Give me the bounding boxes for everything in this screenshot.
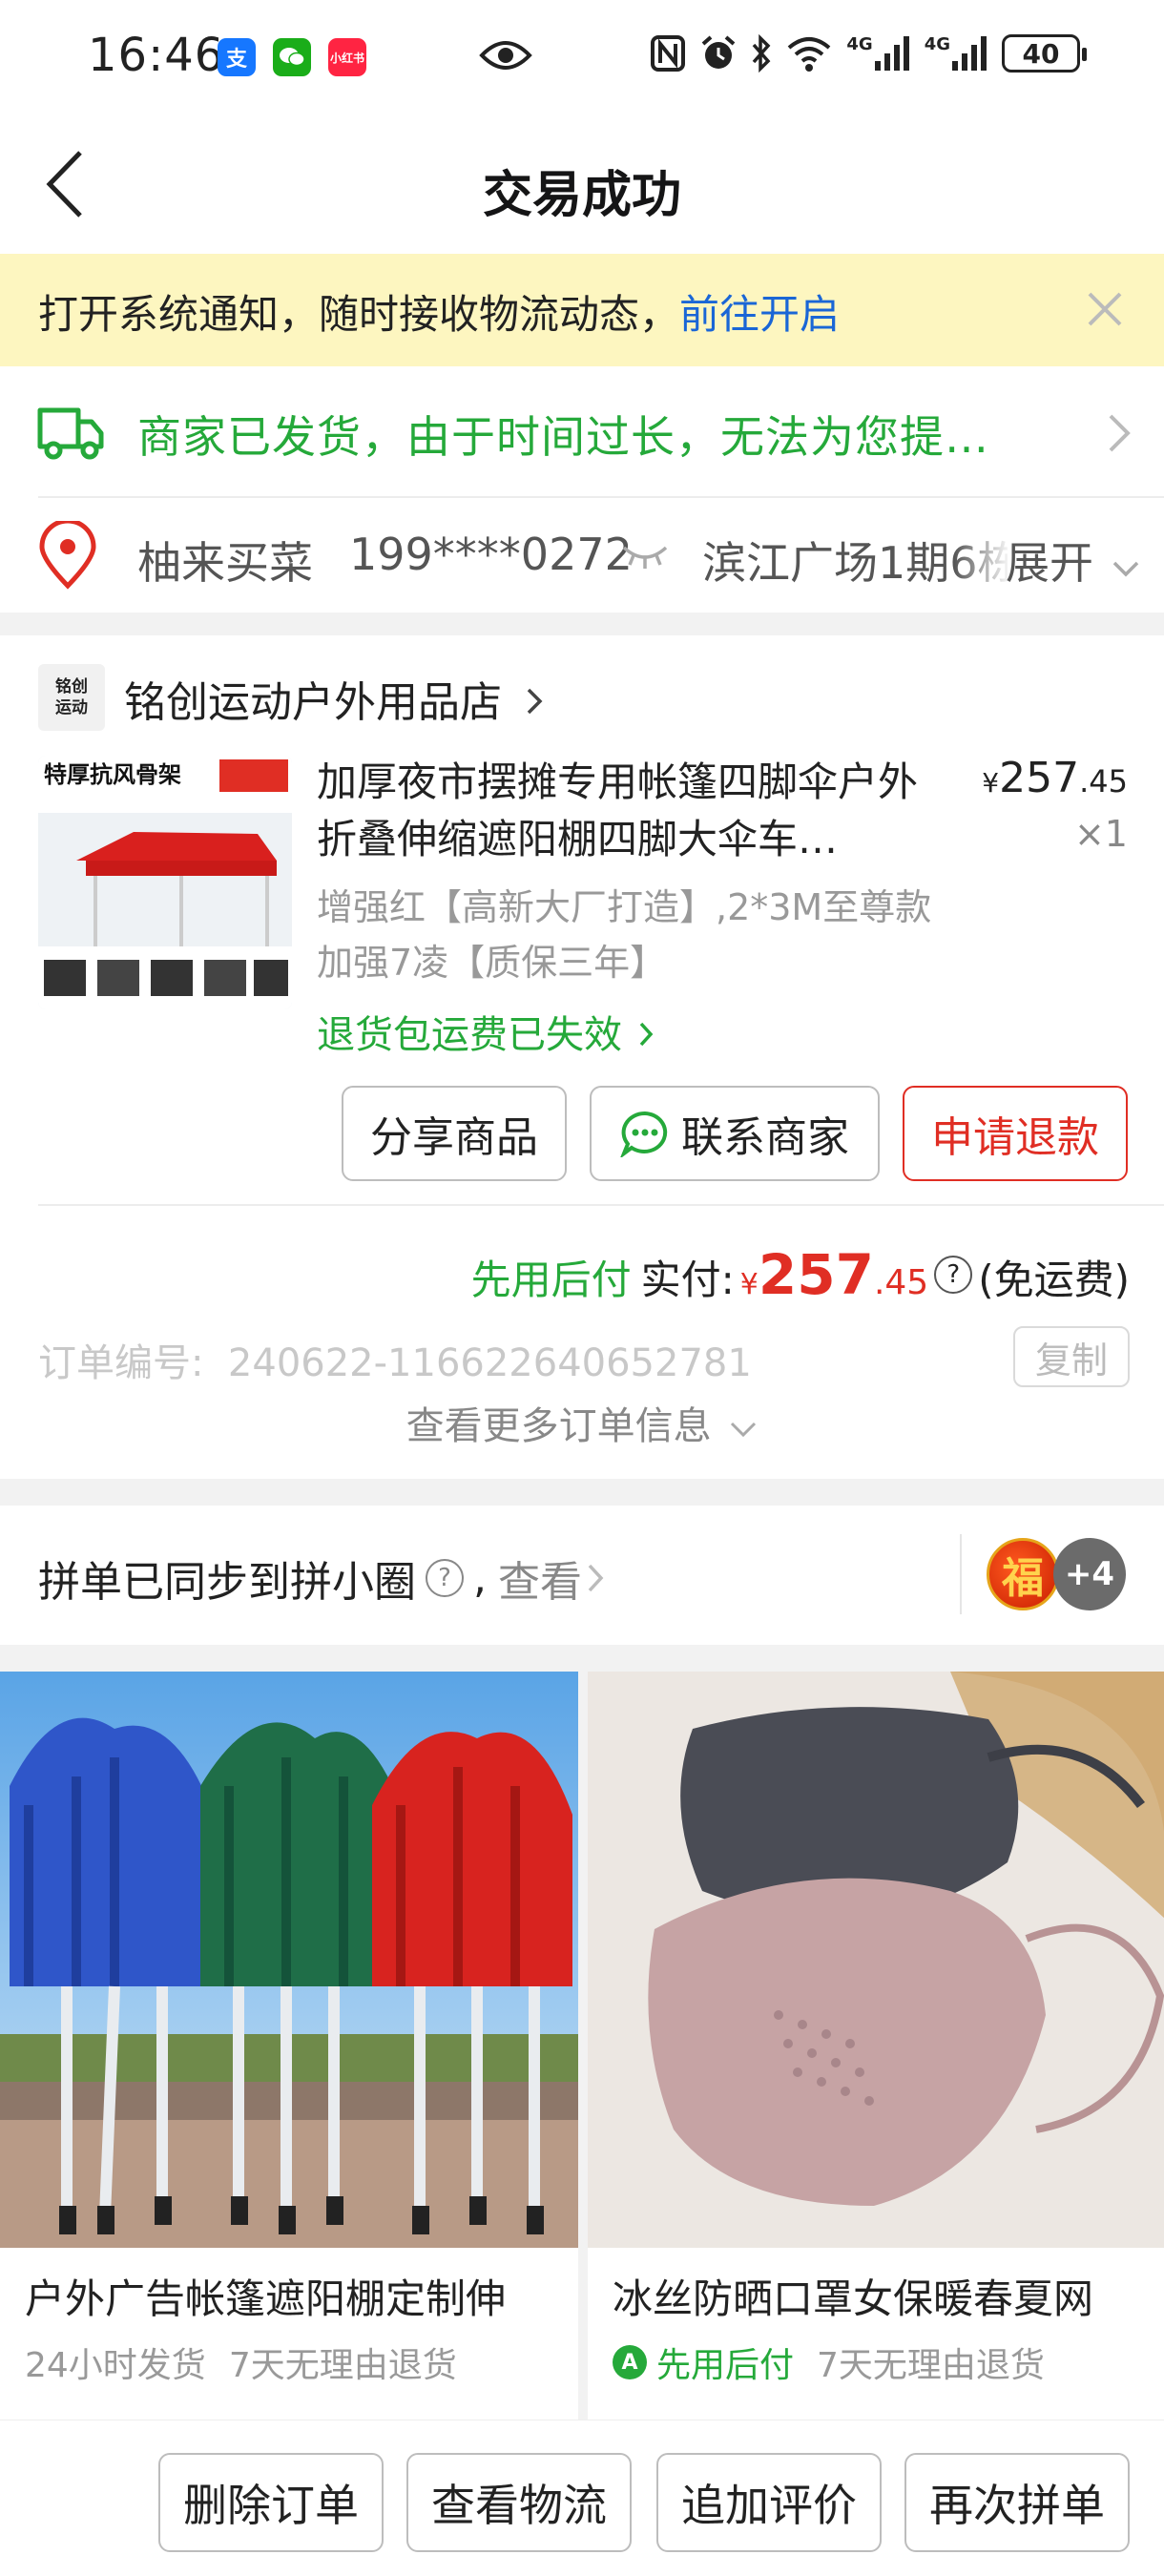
chevron-down-icon [1112,561,1138,577]
close-icon[interactable] [1080,284,1130,334]
xiaohongshu-icon: 小红书 [328,38,366,76]
help-icon[interactable]: ? [934,1256,973,1294]
recommendation-image[interactable] [588,1672,1164,2248]
order-number: 订单编号: 240622-116622640652781 [38,1341,752,1385]
return-shipping-note[interactable]: 退货包运费已失效 [317,1004,654,1059]
recommendation-card[interactable]: 冰丝防晒口罩女保暖春夏网 A 先用后付 7天无理由退货 [588,1672,1164,2441]
notification-banner: 打开系统通知，随时接收物流动态，前往开启 [0,254,1164,366]
product-image-caption: 特厚抗风骨架 [44,761,181,788]
signal-icon-1 [874,36,909,71]
battery-indicator: 40 [1002,34,1087,73]
share-product-button[interactable]: 分享商品 [342,1086,567,1181]
more-order-info-button[interactable]: 查看更多订单信息 [0,1395,1164,1450]
recommendation-title[interactable]: 冰丝防晒口罩女保暖春夏网 [613,2267,1164,2325]
divider [38,496,1164,498]
product-spec: 增强红【高新大厂打造】,2*3M至尊款加强7凌【质保三年】 [317,886,932,984]
divider [38,1204,1164,1206]
recommendation-card[interactable]: 户外广告帐篷遮阳棚定制伸 24小时发货 7天无理由退货 [0,1672,578,2441]
reorder-group-button[interactable]: 再次拼单 [904,2453,1130,2552]
wechat-icon [273,38,311,76]
product-quantity: ×1 [1073,813,1128,855]
delivery-status[interactable]: 商家已发货，由于时间过长，无法为您提… [137,403,989,466]
product-title[interactable]: 加厚夜市摆摊专用帐篷四脚伞户外折叠伸缩遮阳棚四脚大伞车… [317,754,946,868]
recommendation-image[interactable] [0,1672,578,2248]
notice-text: 打开系统通知，随时接收物流动态， [38,291,680,338]
group-sync-card: 拼单已同步到拼小圈 ? , 查看 福 +4 [0,1506,1164,1645]
signal-icon-2 [952,36,987,71]
pay-later-label: 先用后付 [470,1257,632,1303]
signal-4g-label-2: 4G [924,34,950,54]
truck-icon [36,401,105,464]
alipay-icon: 支 [218,38,256,76]
enable-notification-link[interactable]: 前往开启 [679,291,840,338]
recommendation-tags: A 先用后付 7天无理由退货 [613,2337,1045,2387]
paid-amount: 257 [758,1242,874,1307]
shipping-note: (免运费) [978,1257,1130,1303]
avatar-more-count[interactable]: +4 [1053,1538,1126,1610]
pay-later-badge-icon: A [613,2345,647,2379]
delete-order-button[interactable]: 删除订单 [158,2453,384,2552]
nav-bar: 交易成功 [0,114,1164,254]
avatar[interactable]: 福 [987,1538,1059,1610]
chat-icon [620,1111,668,1157]
location-pin-icon [38,518,97,590]
contact-merchant-button[interactable]: 联系商家 [590,1086,880,1181]
payment-summary: 先用后付 实付: ¥ 257 .45 ? (免运费) [470,1242,1130,1307]
divider [960,1534,962,1614]
chevron-right-icon [639,1022,654,1047]
view-link[interactable]: 查看 [498,1548,582,1609]
expand-address-button[interactable]: 展开 [1006,529,1140,592]
recommendation-tags: 24小时发货 7天无理由退货 [25,2346,457,2385]
page-title: 交易成功 [482,167,681,224]
copy-button[interactable]: 复制 [1013,1326,1130,1387]
status-bar: 16:46 支 小红书 4G 4G 40 [0,0,1164,114]
signal-4g-label-1: 4G [846,34,873,54]
recommendation-title[interactable]: 户外广告帐篷遮阳棚定制伸 [25,2267,578,2325]
eye-closed-icon[interactable] [620,542,670,571]
chevron-right-icon[interactable] [1107,412,1132,454]
delivery-card: 商家已发货，由于时间过长，无法为您提… 柚来买菜 199****0272 滨江广… [0,366,1164,613]
wifi-icon [788,37,831,72]
chevron-right-icon [527,688,543,715]
recipient-name: 柚来买菜 [137,537,313,589]
status-time: 16:46 [88,29,225,82]
sync-text: 拼单已同步到拼小圈 [38,1558,416,1607]
order-card: 铭创 运动 铭创运动户外用品店 特厚抗风骨架 加厚夜市摆摊专用帐篷四脚伞户外折叠伸… [0,635,1164,1479]
chevron-down-icon [731,1422,757,1438]
chevron-right-icon [588,1564,604,1592]
paid-label: 实付: [640,1257,735,1303]
request-refund-button[interactable]: 申请退款 [903,1086,1128,1181]
address-fade [954,519,1011,586]
product-price: ¥257.45 [982,754,1128,802]
shop-logo[interactable]: 铭创 运动 [38,664,105,731]
bottom-action-bar: 删除订单 查看物流 追加评价 再次拼单 [0,2420,1164,2576]
view-logistics-button[interactable]: 查看物流 [406,2453,632,2552]
bluetooth-icon [753,34,771,73]
status-icons: 4G 4G 40 [650,34,1087,73]
recipient-phone: 199****0272 [349,529,633,580]
nfc-icon [651,35,686,72]
product-image[interactable]: 特厚抗风骨架 [38,756,292,1009]
alarm-icon [702,35,736,69]
help-icon[interactable]: ? [426,1559,464,1597]
add-review-button[interactable]: 追加评价 [656,2453,882,2552]
shop-name-link[interactable]: 铭创运动户外用品店 [124,668,544,729]
eye-icon [479,36,532,78]
